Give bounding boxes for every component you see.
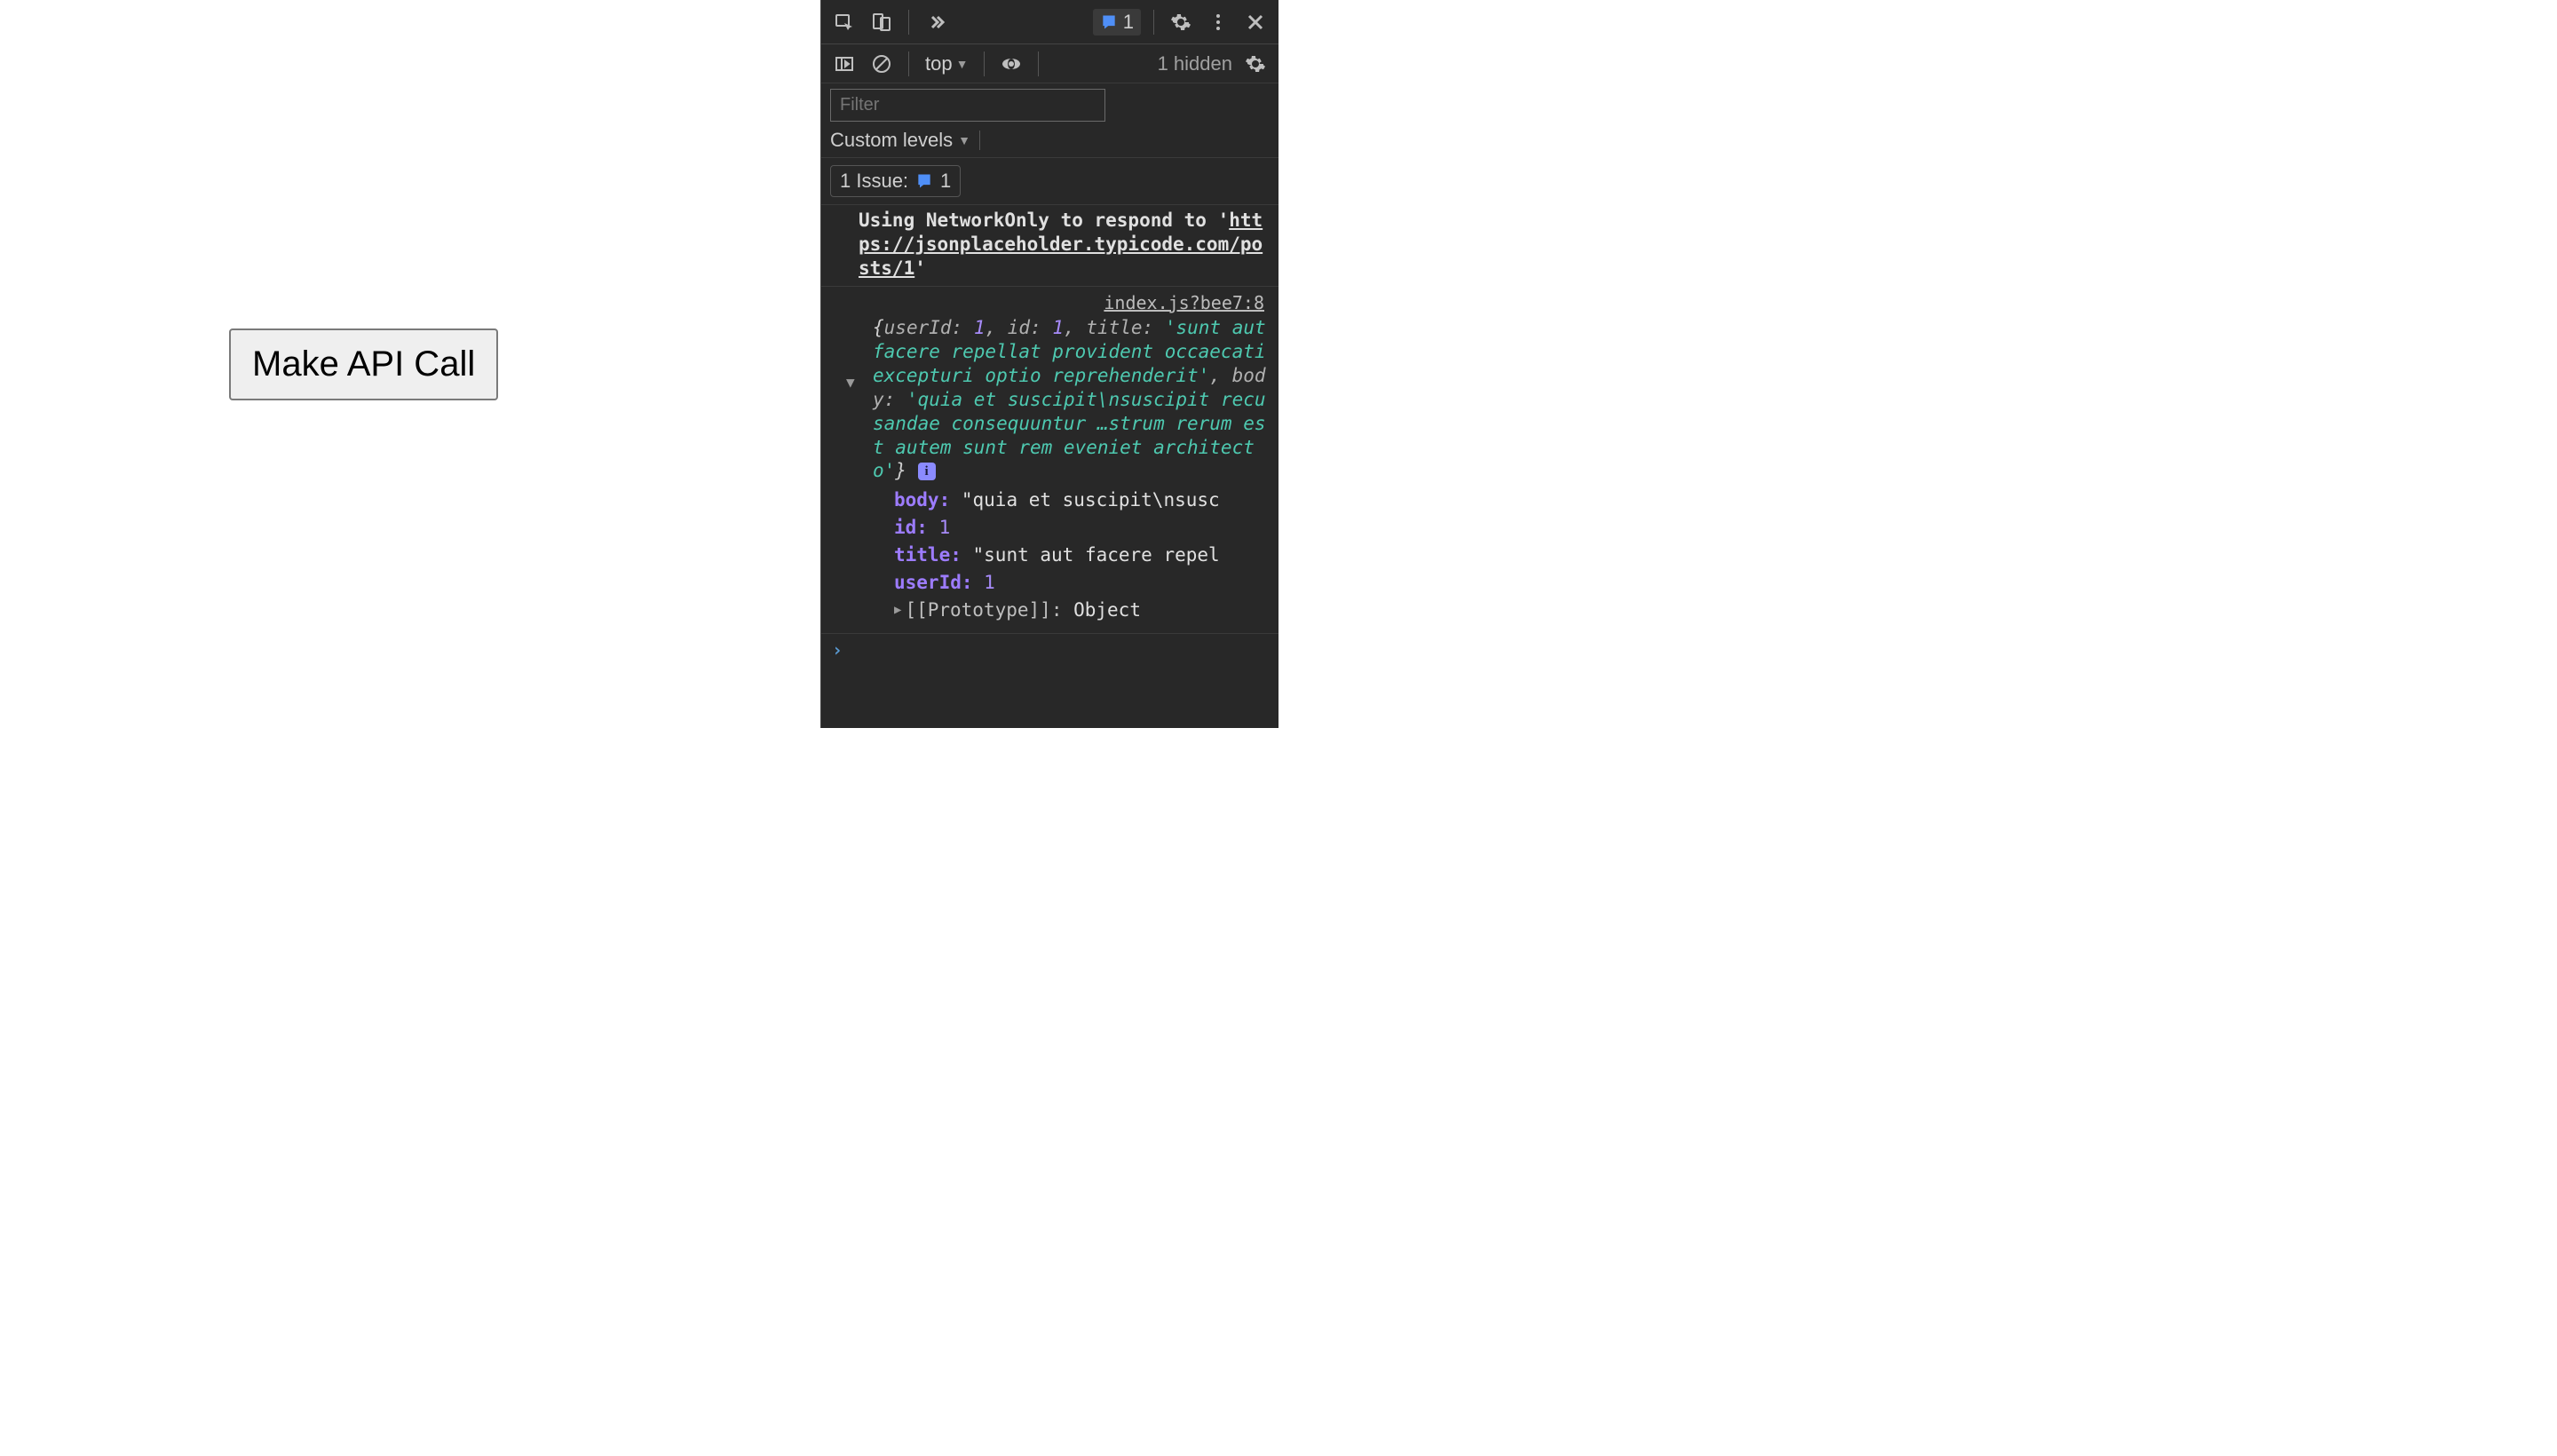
separator xyxy=(1153,10,1154,35)
kebab-menu-icon[interactable] xyxy=(1204,8,1232,36)
prop-value: 1 xyxy=(939,517,951,538)
summary-key: userId: xyxy=(884,317,963,338)
prop-key: body xyxy=(894,489,939,510)
hidden-messages-label[interactable]: 1 hidden xyxy=(1158,52,1232,75)
console-object-entry: index.js?bee7:8 ▼ {userId: 1, id: 1, tit… xyxy=(821,287,1278,633)
clear-console-icon[interactable] xyxy=(867,50,896,78)
console-settings-icon[interactable] xyxy=(1241,50,1270,78)
object-property-row[interactable]: title: "sunt aut facere repel xyxy=(894,542,1270,569)
prop-value: 1 xyxy=(984,572,995,593)
prop-key: userId xyxy=(894,572,962,593)
summary-key: title: xyxy=(1086,317,1153,338)
prop-key: id xyxy=(894,517,916,538)
prop-value: "sunt aut facere repel xyxy=(973,544,1220,566)
object-properties: body: "quia et suscipit\nsusc id: 1 titl… xyxy=(830,483,1270,623)
prop-key: title xyxy=(894,544,950,566)
issues-row: 1 Issue: 1 xyxy=(821,158,1278,205)
separator xyxy=(908,51,909,76)
separator xyxy=(908,10,909,35)
chevron-down-icon: ▼ xyxy=(956,57,969,71)
summary-value: 1 xyxy=(1052,317,1064,338)
console-sidebar-toggle-icon[interactable] xyxy=(830,50,859,78)
object-property-row[interactable]: userId: 1 xyxy=(894,569,1270,597)
log-text-suffix: ' xyxy=(914,257,926,279)
console-output: Using NetworkOnly to respond to 'https:/… xyxy=(821,205,1278,728)
object-property-row[interactable]: body: "quia et suscipit\nsusc xyxy=(894,487,1270,514)
chat-icon xyxy=(915,172,933,190)
log-levels-row: Custom levels ▼ xyxy=(821,122,1278,158)
source-link[interactable]: index.js?bee7:8 xyxy=(830,292,1270,317)
chevron-down-icon: ▼ xyxy=(958,133,970,147)
inspect-element-icon[interactable] xyxy=(830,8,859,36)
prop-value: Object xyxy=(1073,599,1141,621)
object-summary[interactable]: {userId: 1, id: 1, title: 'sunt aut face… xyxy=(830,316,1270,483)
object-property-row[interactable]: id: 1 xyxy=(894,514,1270,542)
caret-right-icon: ▶ xyxy=(894,603,901,619)
device-toolbar-icon[interactable] xyxy=(867,8,896,36)
object-prototype-row[interactable]: ▶[[Prototype]]: Object xyxy=(894,597,1270,624)
issues-pill-count: 1 xyxy=(940,170,951,193)
issues-pill[interactable]: 1 Issue: 1 xyxy=(830,165,961,197)
prop-value: "quia et suscipit\nsusc xyxy=(962,489,1220,510)
console-filter-row xyxy=(821,83,1278,122)
devtools-tabbar: 1 xyxy=(821,0,1278,44)
summary-value: 1 xyxy=(974,317,986,338)
separator xyxy=(984,51,985,76)
log-levels-label: Custom levels xyxy=(830,129,953,152)
log-levels-select[interactable]: Custom levels ▼ xyxy=(830,129,970,152)
separator xyxy=(979,131,980,150)
settings-icon[interactable] xyxy=(1167,8,1195,36)
prop-key: [[Prototype]] xyxy=(905,599,1050,621)
more-tabs-icon[interactable] xyxy=(922,8,950,36)
close-devtools-icon[interactable] xyxy=(1241,8,1270,36)
separator xyxy=(1038,51,1039,76)
console-filter-input[interactable] xyxy=(830,89,1105,122)
console-log-message[interactable]: Using NetworkOnly to respond to 'https:/… xyxy=(821,205,1278,287)
execution-context-label: top xyxy=(925,52,953,75)
live-expression-icon[interactable] xyxy=(997,50,1025,78)
issues-badge-count: 1 xyxy=(1123,11,1134,34)
brace-open: { xyxy=(873,317,884,338)
summary-key: id: xyxy=(1008,317,1041,338)
brace-close: } xyxy=(895,460,906,481)
log-text-prefix: Using NetworkOnly to respond to ' xyxy=(859,210,1229,231)
devtools-panel: 1 top ▼ 1 hidden xyxy=(820,0,1278,728)
make-api-call-button[interactable]: Make API Call xyxy=(229,328,498,400)
execution-context-select[interactable]: top ▼ xyxy=(922,52,971,75)
console-prompt[interactable]: › xyxy=(821,633,1278,668)
info-icon[interactable]: i xyxy=(918,463,936,480)
page-viewport: Make API Call xyxy=(0,0,820,728)
issues-badge[interactable]: 1 xyxy=(1093,9,1141,36)
issues-pill-label: 1 Issue: xyxy=(840,170,908,193)
console-toolbar: top ▼ 1 hidden xyxy=(821,44,1278,83)
